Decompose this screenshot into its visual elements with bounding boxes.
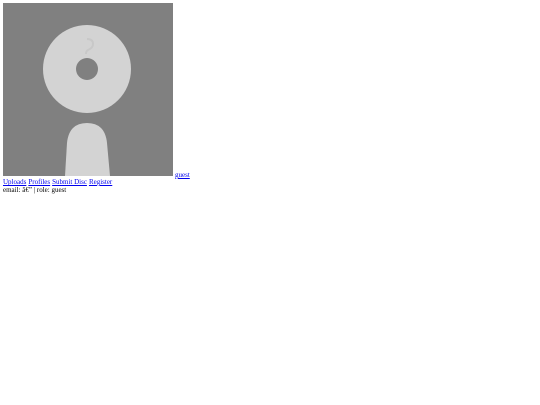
email-label: email: xyxy=(3,186,21,194)
default-avatar-icon xyxy=(3,3,173,176)
account-info: email: â€” | role: guest xyxy=(3,186,66,194)
email-value: â€” xyxy=(22,186,32,194)
nav-link-submit-disc[interactable]: Submit Disc xyxy=(52,178,87,186)
role-value: guest xyxy=(51,186,67,194)
page: guest Uploads Profiles Submit Disc Register… xyxy=(0,0,540,405)
nav-link-profiles[interactable]: Profiles xyxy=(28,178,50,186)
nav-link-register[interactable]: Register xyxy=(89,178,112,186)
nav-link-uploads[interactable]: Uploads xyxy=(3,178,26,186)
info-separator: | xyxy=(33,186,36,194)
main-nav: Uploads Profiles Submit Disc Register xyxy=(3,178,114,186)
role-label: role: xyxy=(36,186,50,194)
username-link[interactable]: guest xyxy=(175,171,190,179)
